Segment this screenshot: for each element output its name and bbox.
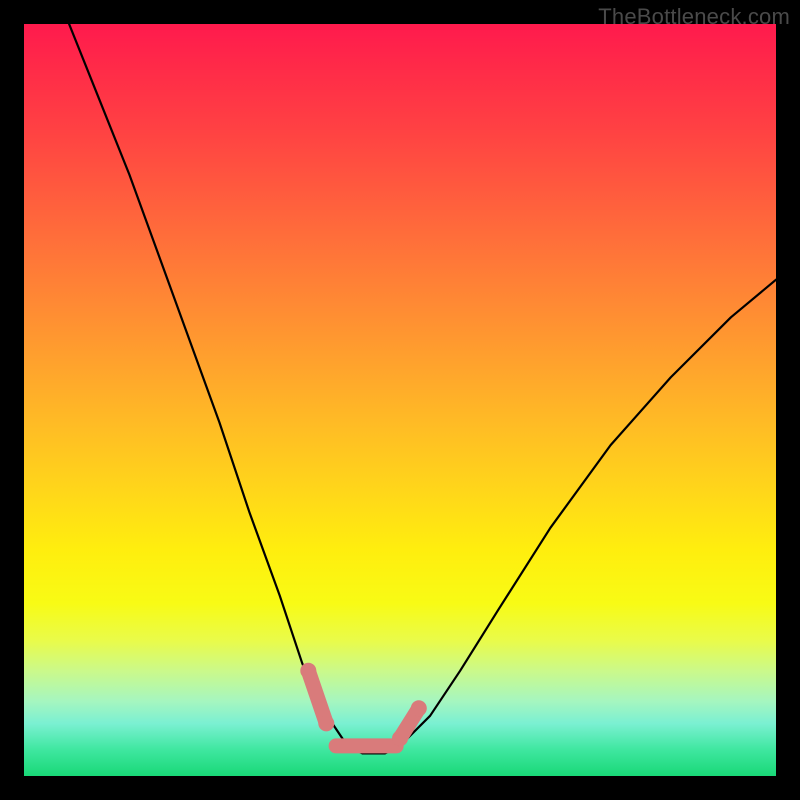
bottleneck-plot	[24, 24, 776, 776]
left-stub	[308, 671, 326, 724]
watermark-text: TheBottleneck.com	[598, 4, 790, 30]
bottleneck-curve	[69, 24, 776, 753]
right-marker-upper	[411, 700, 427, 716]
left-marker-lower	[318, 715, 334, 731]
curve-accent-markers	[300, 663, 427, 747]
chart-frame	[24, 24, 776, 776]
